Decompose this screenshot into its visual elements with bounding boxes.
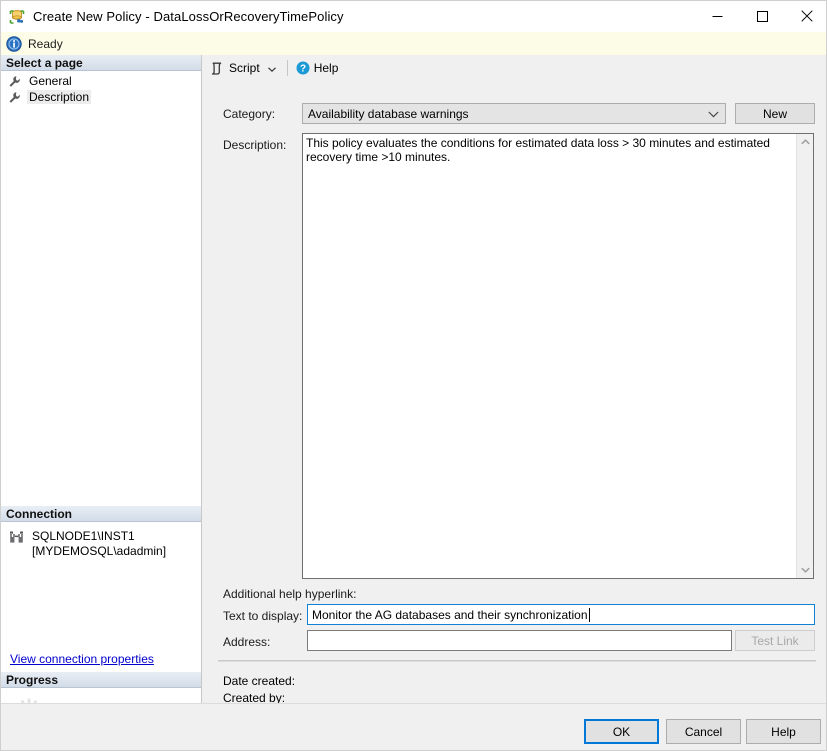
status-bar: Ready (1, 32, 827, 56)
text-to-display-value: Monitor the AG databases and their synch… (312, 608, 588, 622)
select-a-page-header: Select a page (1, 55, 201, 71)
category-value: Availability database warnings (308, 107, 469, 121)
window-title: Create New Policy - DataLossOrRecoveryTi… (33, 9, 344, 24)
progress-section: Progress (1, 672, 201, 703)
help-label: Help (314, 61, 339, 75)
description-scrollbar[interactable] (796, 134, 813, 578)
server-connection-icon (9, 530, 24, 544)
progress-header: Progress (1, 672, 201, 688)
date-created-label: Date created: (223, 674, 295, 688)
address-input[interactable] (307, 630, 732, 651)
category-dropdown[interactable]: Availability database warnings (302, 103, 726, 124)
toolbar: Script ? Help (202, 55, 827, 81)
ok-button[interactable]: OK (584, 719, 659, 744)
svg-text:?: ? (300, 64, 306, 75)
sidebar-item-description[interactable]: Description (1, 89, 201, 105)
create-new-policy-dialog: Create New Policy - DataLossOrRecoveryTi… (0, 0, 827, 751)
description-label: Description: (223, 138, 286, 152)
sidebar-item-label: General (27, 74, 74, 88)
test-link-button[interactable]: Test Link (735, 630, 815, 651)
help-button-footer[interactable]: Help (746, 719, 821, 744)
text-cursor (589, 608, 590, 622)
scroll-up-arrow-icon[interactable] (797, 134, 813, 150)
connection-header: Connection (1, 506, 201, 522)
chevron-down-icon (708, 107, 719, 121)
dialog-footer: OK Cancel Help (1, 703, 827, 751)
category-label: Category: (223, 107, 275, 121)
status-text: Ready (28, 37, 63, 51)
script-icon (210, 61, 225, 76)
connection-target: SQLNODE1\INST1 [MYDEMOSQL\adadmin] (32, 529, 166, 559)
question-mark-icon: ? (296, 61, 310, 75)
main-panel: Script ? Help Category: Availability dat… (202, 55, 827, 703)
title-bar: Create New Policy - DataLossOrRecoveryTi… (1, 1, 827, 32)
connection-section: Connection SQLNODE1\INS (1, 506, 201, 559)
text-to-display-input[interactable]: Monitor the AG databases and their synch… (307, 604, 815, 625)
close-button[interactable] (786, 1, 827, 31)
metadata-divider (218, 660, 816, 662)
description-value: This policy evaluates the conditions for… (306, 136, 783, 164)
toolbar-separator (287, 60, 288, 76)
maximize-button[interactable] (740, 1, 785, 31)
script-button[interactable]: Script (207, 57, 282, 79)
additional-help-hyperlink-label: Additional help hyperlink: (223, 587, 356, 601)
scroll-down-arrow-icon[interactable] (797, 562, 813, 578)
view-connection-properties-link[interactable]: View connection properties (10, 652, 154, 666)
connection-server: SQLNODE1\INST1 (32, 529, 135, 543)
sidebar-item-general[interactable]: General (1, 73, 201, 89)
chevron-down-icon[interactable] (268, 61, 276, 75)
cancel-button[interactable]: Cancel (666, 719, 741, 744)
info-icon (6, 36, 22, 52)
address-label: Address: (223, 635, 270, 649)
wrench-icon (8, 91, 21, 104)
date-created-row: Date created: (223, 674, 301, 688)
sidebar-item-label: Description (27, 90, 91, 104)
text-to-display-label: Text to display: (223, 609, 302, 623)
new-category-button[interactable]: New (735, 103, 815, 124)
script-label: Script (229, 61, 260, 75)
policy-database-icon (9, 9, 25, 25)
description-textarea[interactable]: This policy evaluates the conditions for… (302, 133, 814, 579)
minimize-button[interactable] (695, 1, 740, 31)
help-button[interactable]: ? Help (293, 57, 342, 79)
connection-account: [MYDEMOSQL\adadmin] (32, 544, 166, 558)
wrench-icon (8, 75, 21, 88)
sidebar: Select a page General Description Connec… (1, 55, 202, 703)
